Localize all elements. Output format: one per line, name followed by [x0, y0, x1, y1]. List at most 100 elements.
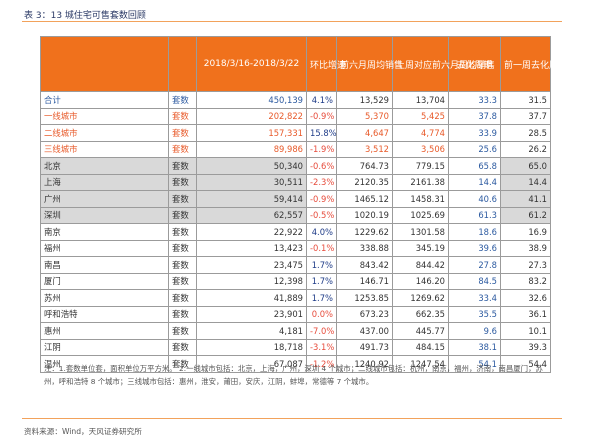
avg6-cell: 5,370 — [336, 107, 393, 125]
value-cell: 202,822 — [196, 107, 307, 125]
avg6-cell: 1020.19 — [336, 206, 393, 224]
unit-cell: 套数 — [168, 289, 197, 307]
avg6-cell: 843.42 — [336, 256, 393, 274]
value-cell: 4,181 — [196, 322, 307, 340]
top-divider — [22, 21, 562, 22]
city-cell: 江阴 — [40, 338, 169, 356]
prev6-cell: 3,506 — [392, 140, 449, 158]
prev6-cell: 4,774 — [392, 124, 449, 142]
cycle-cell: 25.6 — [448, 140, 501, 158]
cycle-cell: 27.8 — [448, 256, 501, 274]
unit-cell: 套数 — [168, 190, 197, 208]
unit-cell: 套数 — [168, 256, 197, 274]
avg6-cell: 764.73 — [336, 157, 393, 175]
header-col-prevcycle: 前一周去化周期 — [500, 36, 567, 92]
prevcycle-cell: 27.3 — [500, 256, 551, 274]
city-cell: 二线城市 — [40, 124, 169, 142]
table-row: 南京 套数 22,922 4.0% 1229.62 1301.58 18.6 16.9 — [40, 223, 551, 241]
city-cell: 苏州 — [40, 289, 169, 307]
prev6-cell: 146.20 — [392, 272, 449, 290]
prevcycle-cell: 14.4 — [500, 173, 551, 191]
value-cell: 22,922 — [196, 223, 307, 241]
table-row: 福州 套数 13,423 -0.1% 338.88 345.19 39.6 38.9 — [40, 239, 551, 257]
bottom-divider — [22, 418, 562, 419]
value-cell: 59,414 — [196, 190, 307, 208]
unit-cell: 套数 — [168, 157, 197, 175]
table-row: 深圳 套数 62,557 -0.5% 1020.19 1025.69 61.3 61.2 — [40, 206, 551, 224]
change-cell: -0.5% — [306, 206, 337, 224]
change-cell: -0.1% — [306, 239, 337, 257]
change-cell: -3.1% — [306, 338, 337, 356]
city-cell: 南昌 — [40, 256, 169, 274]
table-header-row: 2018/3/16-2018/3/22 环比增速 前六月周均销售 上周对应前六月… — [40, 36, 567, 92]
unit-cell: 套数 — [168, 239, 197, 257]
avg6-cell: 437.00 — [336, 322, 393, 340]
city-cell: 一线城市 — [40, 107, 169, 125]
avg6-cell: 2120.35 — [336, 173, 393, 191]
prev6-cell: 484.15 — [392, 338, 449, 356]
city-cell: 南京 — [40, 223, 169, 241]
prevcycle-cell: 32.6 — [500, 289, 551, 307]
avg6-cell: 673.23 — [336, 305, 393, 323]
change-cell: -1.9% — [306, 140, 337, 158]
city-cell: 三线城市 — [40, 140, 169, 158]
prevcycle-cell: 28.5 — [500, 124, 551, 142]
cycle-cell: 33.3 — [448, 91, 501, 109]
header-col-prev6: 上周对应前六月周均销售 — [392, 36, 495, 92]
cycle-cell: 61.3 — [448, 206, 501, 224]
value-cell: 89,986 — [196, 140, 307, 158]
change-cell: -7.0% — [306, 322, 337, 340]
header-col-city — [40, 36, 169, 92]
prevcycle-cell: 16.9 — [500, 223, 551, 241]
city-cell: 呼和浩特 — [40, 305, 169, 323]
prev6-cell: 2161.38 — [392, 173, 449, 191]
footnote: 注：1.套数单位套，面积单位万平方米。 2.一线城市包括：北京，上海，广州，深圳… — [44, 364, 543, 386]
value-cell: 23,475 — [196, 256, 307, 274]
prevcycle-cell: 65.0 — [500, 157, 551, 175]
cycle-cell: 9.6 — [448, 322, 501, 340]
change-cell: 1.7% — [306, 256, 337, 274]
table-row: 二线城市 套数 157,331 15.8% 4,647 4,774 33.9 28.5 — [40, 124, 551, 142]
table-row: 广州 套数 59,414 -0.9% 1465.12 1458.31 40.6 41.1 — [40, 190, 551, 208]
avg6-cell: 1253.85 — [336, 289, 393, 307]
city-cell: 广州 — [40, 190, 169, 208]
change-cell: -2.3% — [306, 173, 337, 191]
header-col-cycle: 去化周期 — [448, 36, 501, 92]
avg6-cell: 3,512 — [336, 140, 393, 158]
prevcycle-cell: 38.9 — [500, 239, 551, 257]
prev6-cell: 445.77 — [392, 322, 449, 340]
header-col-unit — [168, 36, 197, 92]
table-row: 合计 套数 450,139 4.1% 13,529 13,704 33.3 31.5 — [40, 91, 551, 109]
prev6-cell: 779.15 — [392, 157, 449, 175]
cycle-cell: 33.9 — [448, 124, 501, 142]
cycle-cell: 39.6 — [448, 239, 501, 257]
value-cell: 23,901 — [196, 305, 307, 323]
cycle-cell: 35.5 — [448, 305, 501, 323]
prev6-cell: 345.19 — [392, 239, 449, 257]
table-row: 苏州 套数 41,889 1.7% 1253.85 1269.62 33.4 32.6 — [40, 289, 551, 307]
city-cell: 上海 — [40, 173, 169, 191]
prev6-cell: 1025.69 — [392, 206, 449, 224]
prev6-cell: 1301.58 — [392, 223, 449, 241]
change-cell: 1.7% — [306, 272, 337, 290]
table-row: 北京 套数 50,340 -0.6% 764.73 779.15 65.8 65.0 — [40, 157, 551, 175]
value-cell: 30,511 — [196, 173, 307, 191]
change-cell: 4.1% — [306, 91, 337, 109]
value-cell: 18,718 — [196, 338, 307, 356]
unit-cell: 套数 — [168, 305, 197, 323]
table-row: 呼和浩特 套数 23,901 0.0% 673.23 662.35 35.5 36.1 — [40, 305, 551, 323]
prev6-cell: 13,704 — [392, 91, 449, 109]
prevcycle-cell: 10.1 — [500, 322, 551, 340]
avg6-cell: 1465.12 — [336, 190, 393, 208]
table-row: 江阴 套数 18,718 -3.1% 491.73 484.15 38.1 39.3 — [40, 338, 551, 356]
unit-cell: 套数 — [168, 223, 197, 241]
cycle-cell: 37.8 — [448, 107, 501, 125]
sales-table: 2018/3/16-2018/3/22 环比增速 前六月周均销售 上周对应前六月… — [40, 36, 567, 373]
value-cell: 13,423 — [196, 239, 307, 257]
table-row: 三线城市 套数 89,986 -1.9% 3,512 3,506 25.6 26.2 — [40, 140, 551, 158]
unit-cell: 套数 — [168, 124, 197, 142]
value-cell: 50,340 — [196, 157, 307, 175]
unit-cell: 套数 — [168, 272, 197, 290]
value-cell: 12,398 — [196, 272, 307, 290]
prev6-cell: 844.42 — [392, 256, 449, 274]
